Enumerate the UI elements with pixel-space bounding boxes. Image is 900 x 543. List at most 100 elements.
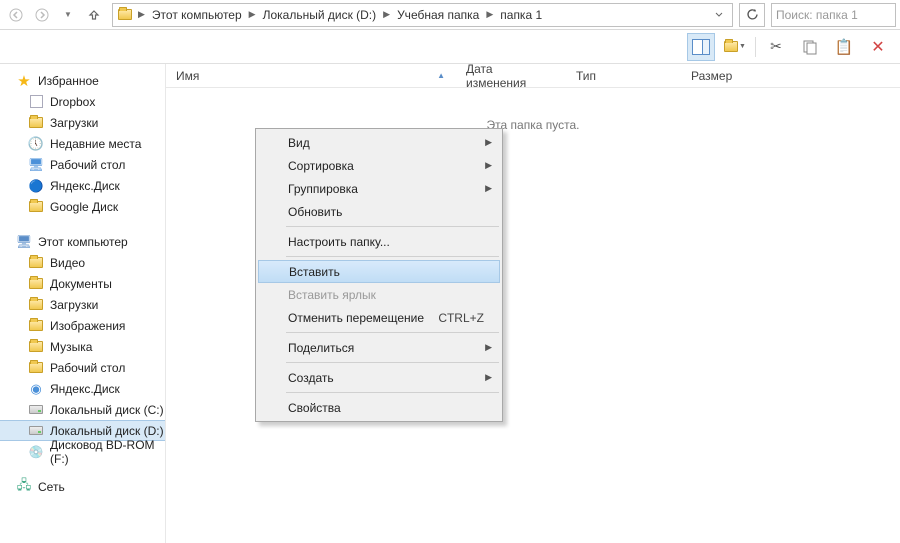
yandex-disk-icon: ◉ bbox=[28, 381, 44, 397]
sidebar-label: Избранное bbox=[38, 74, 99, 88]
folder-icon bbox=[28, 360, 44, 376]
sidebar-item-label: Загрузки bbox=[50, 298, 98, 312]
sidebar-item-desktop[interactable]: Рабочий стол bbox=[0, 357, 165, 378]
recent-icon: 🕔 bbox=[28, 136, 44, 152]
sidebar-item-dropbox[interactable]: Dropbox bbox=[0, 91, 165, 112]
folder-icon bbox=[28, 199, 44, 215]
sidebar-item-downloads[interactable]: Загрузки bbox=[0, 112, 165, 133]
chevron-right-icon[interactable]: ▶ bbox=[380, 9, 393, 20]
column-size[interactable]: Размер bbox=[681, 64, 761, 87]
chevron-right-icon[interactable]: ▶ bbox=[246, 9, 259, 20]
yandex-disk-icon: 🔵 bbox=[28, 178, 44, 194]
sidebar-item-label: Рабочий стол bbox=[50, 361, 125, 375]
sidebar-favorites-section: ★ Избранное Dropbox Загрузки 🕔 Недавние м… bbox=[0, 70, 165, 217]
chevron-right-icon[interactable]: ▶ bbox=[135, 9, 148, 20]
menu-shortcut: CTRL+Z bbox=[438, 311, 484, 325]
menu-create[interactable]: Создать ▶ bbox=[258, 366, 500, 389]
breadcrumb-history-dropdown[interactable] bbox=[710, 11, 728, 19]
menu-paste-shortcut: Вставить ярлык bbox=[258, 283, 500, 306]
menu-paste[interactable]: Вставить bbox=[258, 260, 500, 283]
folder-icon bbox=[28, 255, 44, 271]
breadcrumb-item[interactable]: папка 1 bbox=[496, 4, 546, 26]
preview-pane-button[interactable] bbox=[687, 33, 715, 61]
menu-label: Группировка bbox=[288, 182, 358, 196]
menu-label: Вставить bbox=[289, 265, 340, 279]
sidebar-item-drive-c[interactable]: Локальный диск (C:) bbox=[0, 399, 165, 420]
column-type[interactable]: Тип bbox=[566, 64, 681, 87]
sidebar-pc-section: 🖥 Этот компьютер Видео Документы Загрузк… bbox=[0, 231, 165, 462]
up-button[interactable] bbox=[82, 3, 106, 27]
menu-view[interactable]: Вид▶ bbox=[258, 131, 500, 154]
sidebar-item-desktop[interactable]: 🖥Рабочий стол bbox=[0, 154, 165, 175]
sidebar-item-bd-rom[interactable]: 💿Дисковод BD-ROM (F:) bbox=[0, 441, 165, 462]
menu-label: Настроить папку... bbox=[288, 235, 390, 249]
sidebar-item-music[interactable]: Музыка bbox=[0, 336, 165, 357]
menu-label: Отменить перемещение bbox=[288, 311, 424, 325]
column-label: Тип bbox=[576, 69, 596, 83]
refresh-button[interactable] bbox=[739, 3, 765, 27]
sidebar-item-yandex-disk[interactable]: ◉ Яндекс.Диск bbox=[0, 378, 165, 399]
sidebar-item-video[interactable]: Видео bbox=[0, 252, 165, 273]
menu-label: Вставить ярлык bbox=[288, 288, 376, 302]
sidebar-network[interactable]: 🖧 Сеть bbox=[0, 476, 165, 497]
dropbox-icon bbox=[28, 94, 44, 110]
sidebar-item-documents[interactable]: Документы bbox=[0, 273, 165, 294]
search-placeholder: Поиск: папка 1 bbox=[776, 8, 858, 22]
sidebar-item-label: Яндекс.Диск bbox=[50, 382, 120, 396]
sidebar-item-pictures[interactable]: Изображения bbox=[0, 315, 165, 336]
menu-share[interactable]: Поделиться▶ bbox=[258, 336, 500, 359]
paste-button[interactable]: 📋 bbox=[830, 33, 858, 61]
sidebar-item-yandex-disk[interactable]: 🔵 Яндекс.Диск bbox=[0, 175, 165, 196]
column-label: Имя bbox=[176, 69, 199, 83]
delete-button[interactable]: ✕ bbox=[864, 33, 892, 61]
breadcrumb-item[interactable]: Этот компьютер bbox=[148, 4, 246, 26]
submenu-arrow-icon: ▶ bbox=[485, 372, 492, 383]
forward-button[interactable] bbox=[30, 3, 54, 27]
separator bbox=[286, 392, 499, 393]
sidebar-item-recent[interactable]: 🕔 Недавние места bbox=[0, 133, 165, 154]
chevron-right-icon[interactable]: ▶ bbox=[483, 9, 496, 20]
menu-customize-folder[interactable]: Настроить папку... bbox=[258, 230, 500, 253]
recent-dropdown-button[interactable]: ▼ bbox=[56, 3, 80, 27]
sidebar-label: Сеть bbox=[38, 480, 65, 494]
breadcrumb[interactable]: ▶ Этот компьютер ▶ Локальный диск (D:) ▶… bbox=[112, 3, 733, 27]
folder-icon bbox=[28, 318, 44, 334]
sidebar-item-label: Документы bbox=[50, 277, 112, 291]
copy-button[interactable] bbox=[796, 33, 824, 61]
breadcrumb-item[interactable]: Учебная папка bbox=[393, 4, 483, 26]
column-label: Размер bbox=[691, 69, 732, 83]
sidebar-item-label: Недавние места bbox=[50, 137, 141, 151]
pc-icon: 🖥 bbox=[16, 234, 32, 250]
sidebar-this-pc[interactable]: 🖥 Этот компьютер bbox=[0, 231, 165, 252]
menu-label: Создать bbox=[288, 371, 334, 385]
column-name[interactable]: Имя ▲ bbox=[166, 64, 456, 87]
menu-refresh[interactable]: Обновить bbox=[258, 200, 500, 223]
drive-icon bbox=[28, 423, 44, 439]
submenu-arrow-icon: ▶ bbox=[485, 160, 492, 171]
sidebar-item-google-drive[interactable]: Google Диск bbox=[0, 196, 165, 217]
sidebar-item-label: Дисковод BD-ROM (F:) bbox=[50, 438, 165, 466]
sidebar-item-label: Загрузки bbox=[50, 116, 98, 130]
sidebar-item-downloads[interactable]: Загрузки bbox=[0, 294, 165, 315]
desktop-icon: 🖥 bbox=[28, 157, 44, 173]
column-date-modified[interactable]: Дата изменения bbox=[456, 64, 566, 87]
folder-icon bbox=[117, 7, 133, 23]
sidebar-favorites[interactable]: ★ Избранное bbox=[0, 70, 165, 91]
star-icon: ★ bbox=[16, 73, 32, 89]
network-icon: 🖧 bbox=[16, 479, 32, 495]
search-input[interactable]: Поиск: папка 1 bbox=[771, 3, 896, 27]
folder-icon bbox=[28, 276, 44, 292]
sidebar-item-label: Яндекс.Диск bbox=[50, 179, 120, 193]
menu-properties[interactable]: Свойства bbox=[258, 396, 500, 419]
separator bbox=[286, 226, 499, 227]
menu-group[interactable]: Группировка▶ bbox=[258, 177, 500, 200]
menu-undo-move[interactable]: Отменить перемещение CTRL+Z bbox=[258, 306, 500, 329]
menu-sort[interactable]: Сортировка▶ bbox=[258, 154, 500, 177]
disc-icon: 💿 bbox=[28, 444, 44, 460]
sidebar-label: Этот компьютер bbox=[38, 235, 128, 249]
cut-button[interactable]: ✂ bbox=[762, 33, 790, 61]
back-button[interactable] bbox=[4, 3, 28, 27]
breadcrumb-item[interactable]: Локальный диск (D:) bbox=[259, 4, 381, 26]
submenu-arrow-icon: ▶ bbox=[485, 137, 492, 148]
view-options-button[interactable]: ▼ bbox=[721, 33, 749, 61]
